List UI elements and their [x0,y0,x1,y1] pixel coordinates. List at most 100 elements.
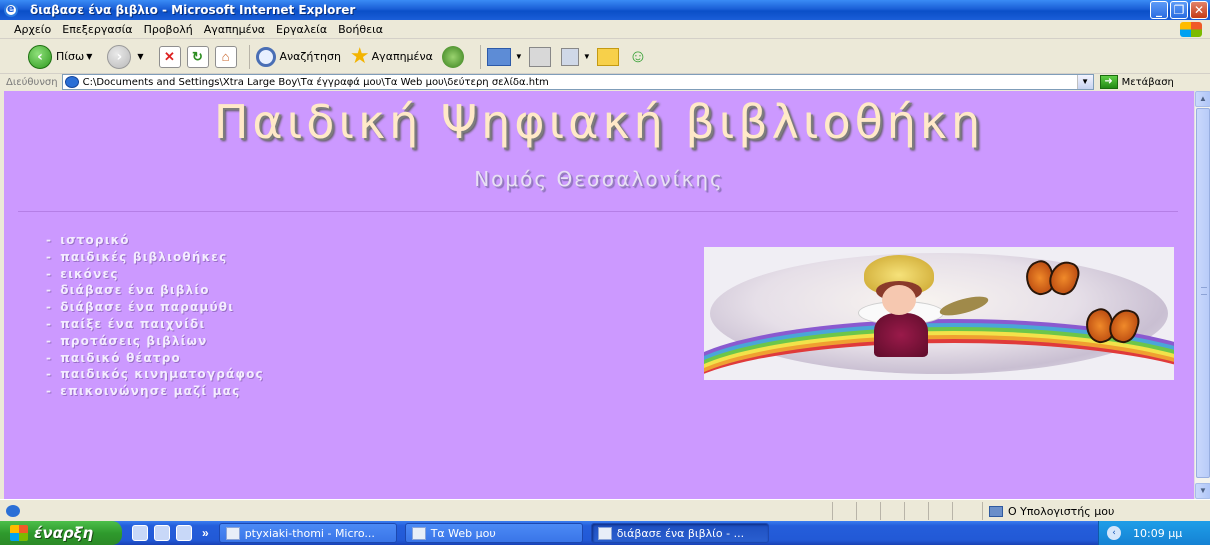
stop-icon[interactable]: ✕ [158,45,181,68]
window-controls: _ ❐ ✕ [1150,1,1208,19]
toolbar-separator [248,44,250,69]
start-label: έναρξη [34,524,94,542]
nav-link-images[interactable]: εικόνες [46,266,264,283]
messenger-icon[interactable]: ☺ [629,46,651,68]
scroll-up-icon[interactable]: ▲ [1195,91,1210,107]
page-title: Παιδική Ψηφιακή βιβλιοθήκη [213,95,985,149]
menu-help[interactable]: Βοήθεια [338,23,383,36]
address-value[interactable]: C:\Documents and Settings\Xtra Large Boy… [83,77,549,88]
nav-link-history[interactable]: ιστορικό [46,232,264,249]
task-ie[interactable]: διάβασε ένα βιβλίο - ... [590,523,769,543]
go-button[interactable]: ➜ Μετάβαση [1099,75,1174,89]
child-face [882,285,916,315]
menu-file[interactable]: Αρχείο [14,23,51,36]
ie-task-icon [597,526,612,540]
back-label: Πίσω [56,50,85,63]
taskbar: έναρξη » ptyxiaki-thomi - Micro... Τα We… [0,521,1210,545]
zone-label: Ο Υπολογιστής μου [1008,504,1115,518]
edit-dropdown-icon[interactable]: ▼ [583,52,591,61]
forward-dropdown-icon[interactable]: ▼ [137,52,143,61]
mail-dropdown-icon[interactable]: ▼ [515,52,523,61]
back-arrow-icon: ‹ [28,44,52,69]
address-label: Διεύθυνση [6,76,58,88]
quick-launch: » [132,525,219,541]
scroll-grip [1201,287,1207,295]
fairy-butterfly-image [704,247,1174,380]
nav-link-theatre[interactable]: παιδικό θέατρο [46,350,264,367]
close-button[interactable]: ✕ [1190,1,1208,19]
toolbar-separator [479,44,481,69]
scroll-down-icon[interactable]: ▼ [1195,483,1210,499]
address-input[interactable]: C:\Documents and Settings\Xtra Large Boy… [61,74,1094,90]
home-icon[interactable]: ⌂ [214,45,237,68]
status-pane [904,502,928,520]
ie-quicklaunch-icon[interactable] [176,525,192,541]
nav-link-read-book[interactable]: διάβασε ένα βιβλίο [46,282,264,299]
show-desktop-icon[interactable] [132,525,148,541]
vertical-scrollbar[interactable]: ▲ ▼ [1194,91,1210,499]
word-doc-icon [225,526,240,540]
minimize-button[interactable]: _ [1150,1,1168,19]
favorites-button[interactable]: ★ Αγαπημένα [350,44,433,69]
windows-logo-icon [1180,22,1202,37]
butterfly-wing [1105,305,1143,347]
status-pane [856,502,880,520]
status-pane [832,502,856,520]
window-title: διαβασε ένα βιβλιο - Microsoft Internet … [30,3,356,17]
address-bar: Διεύθυνση C:\Documents and Settings\Xtra… [0,74,1210,90]
nav-link-contact[interactable]: επικοινώνησε μαζί μας [46,383,264,400]
task-folder[interactable]: Τα Web μου [404,523,583,543]
search-icon [255,46,276,67]
scroll-thumb[interactable] [1196,108,1210,478]
tray-expand-icon[interactable]: ‹ [1107,526,1121,540]
status-pane [880,502,904,520]
status-bar: Ο Υπολογιστής μου [0,499,1210,521]
toolbar: ‹ Πίσω ▼ › ▼ ✕ ↻ ⌂ Αναζήτηση ★ Αγαπημένα… [0,40,1210,74]
start-button[interactable]: έναρξη [0,521,122,545]
security-zone: Ο Υπολογιστής μου [982,502,1182,520]
nav-link-cinema[interactable]: παιδικός κινηματογράφος [46,366,264,383]
title-bar: διαβασε ένα βιβλιο - Microsoft Internet … [0,0,1210,20]
divider [18,211,1178,212]
refresh-icon[interactable]: ↻ [186,45,209,68]
page-viewport: Παιδική Ψηφιακή βιβλιοθήκη Νομός Θεσσαλο… [4,91,1194,499]
menu-edit[interactable]: Επεξεργασία [62,23,132,36]
folder-task-icon [411,526,426,540]
edit-icon[interactable] [560,47,579,66]
nav-link-book-suggestions[interactable]: προτάσεις βιβλίων [46,333,264,350]
task-label: Τα Web μου [430,526,496,540]
menu-tools[interactable]: Εργαλεία [276,23,327,36]
history-icon[interactable] [441,45,464,68]
menu-view[interactable]: Προβολή [144,23,193,36]
go-arrow-icon: ➜ [1099,75,1118,89]
page-icon [64,76,79,88]
mail-icon[interactable] [486,47,511,66]
nav-link-read-tale[interactable]: διάβασε ένα παραμύθι [46,299,264,316]
forward-button[interactable]: › ▼ [107,44,149,69]
page-status-icon [6,504,20,517]
search-button[interactable]: Αναζήτηση [255,46,341,67]
print-icon[interactable] [528,46,551,67]
back-dropdown-icon[interactable]: ▼ [86,52,92,61]
go-label: Μετάβαση [1121,76,1174,88]
child-dress [874,313,928,357]
butterfly-wing [1045,257,1083,299]
back-button[interactable]: ‹ Πίσω ▼ [28,44,98,69]
address-dropdown-icon[interactable]: ▼ [1076,75,1093,89]
butterfly-bottom [1081,305,1143,349]
system-tray: ‹ 10:09 μμ [1098,521,1210,545]
task-label: διάβασε ένα βιβλίο - ... [616,526,745,540]
computer-icon [989,505,1003,517]
ie-icon [4,2,18,17]
status-pane [952,502,976,520]
explorer-icon[interactable] [154,525,170,541]
nav-link-libraries[interactable]: παιδικές βιβλιοθήκες [46,249,264,266]
search-label: Αναζήτηση [279,50,341,63]
maximize-button[interactable]: ❐ [1170,1,1188,19]
folder-icon[interactable] [596,47,619,66]
clock[interactable]: 10:09 μμ [1133,527,1182,540]
menu-favorites[interactable]: Αγαπημένα [204,23,265,36]
task-word[interactable]: ptyxiaki-thomi - Micro... [218,523,397,543]
quick-launch-more[interactable]: » [202,526,209,540]
nav-link-play-game[interactable]: παίξε ένα παιχνίδι [46,316,264,333]
